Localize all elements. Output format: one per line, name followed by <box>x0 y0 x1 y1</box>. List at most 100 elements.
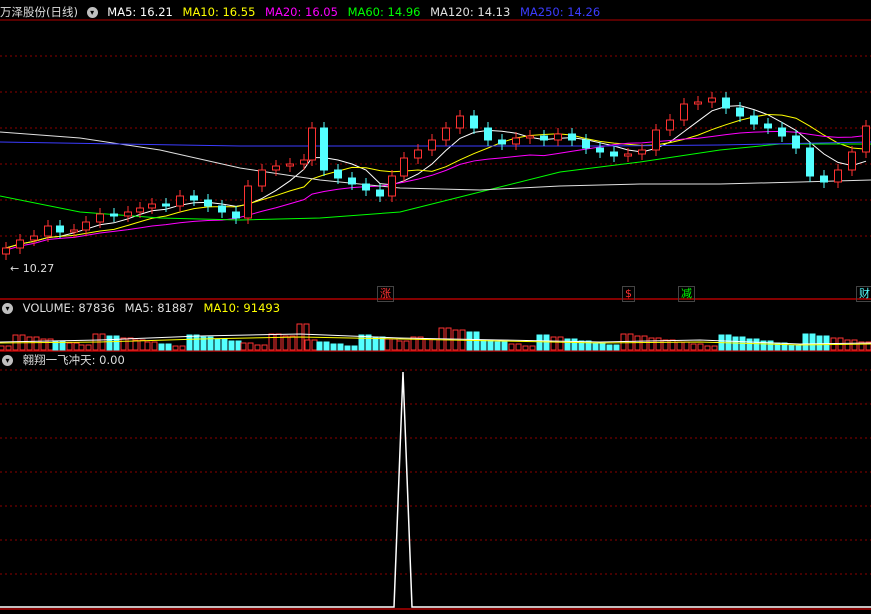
candle-body <box>442 127 450 141</box>
candle-body <box>286 163 294 167</box>
volume-bar <box>344 345 351 351</box>
candle-body <box>610 151 618 157</box>
volume-bar <box>753 338 760 351</box>
volume-bar <box>311 339 318 351</box>
volume-bar <box>186 334 193 351</box>
volume-bar <box>396 340 403 351</box>
volume-bar <box>5 345 12 351</box>
volume-bar <box>106 335 113 351</box>
volume-bar <box>613 344 620 351</box>
volume-bar <box>529 345 536 351</box>
low-price-label: ← 10.27 <box>10 262 55 275</box>
candle-body <box>136 207 144 213</box>
volume-bar <box>802 333 809 351</box>
candle-body <box>16 239 24 249</box>
candle-body <box>596 147 604 153</box>
chevron-down-icon[interactable]: ▾ <box>86 7 98 18</box>
candle-body <box>694 101 702 105</box>
volume-bar <box>697 343 704 351</box>
candle-body <box>320 127 328 171</box>
volume-bar <box>655 337 662 351</box>
volume-bar <box>165 343 172 351</box>
volume-bar <box>214 338 221 351</box>
volume-bar <box>275 333 282 351</box>
volume-bar <box>66 342 73 351</box>
event-tag-reduce[interactable]: 减 <box>678 286 695 302</box>
volume-bar <box>606 344 613 351</box>
main-header: 万泽股份(日线) ▾ MA5: 16.21 MA10: 16.55 MA20: … <box>0 3 606 21</box>
volume-bar <box>564 338 571 351</box>
candle-body <box>484 127 492 141</box>
volume-bar <box>282 335 289 351</box>
candle-body <box>708 97 716 103</box>
candle-body <box>162 203 170 207</box>
ma120-label: MA120: 14.13 <box>430 5 511 19</box>
candle-body <box>722 97 730 109</box>
volume-bar <box>261 344 268 351</box>
volume-bar <box>508 343 515 351</box>
volume-bar <box>323 341 330 351</box>
candle-body <box>414 149 422 159</box>
volume-bar <box>592 342 599 351</box>
volume-bar <box>746 338 753 351</box>
candle-body <box>736 107 744 117</box>
volume-ma5-label: MA5: 81887 <box>124 301 194 315</box>
volume-bar <box>816 335 823 351</box>
volume-bar <box>268 333 275 351</box>
volume-bar <box>316 341 323 351</box>
volume-bar <box>193 334 200 351</box>
volume-bar <box>113 335 120 351</box>
volume-bar <box>662 339 669 351</box>
event-tag-dollar[interactable]: $ <box>622 286 635 302</box>
volume-bar <box>480 339 487 351</box>
chevron-down-icon[interactable]: ▾ <box>2 303 13 314</box>
ma20-label: MA20: 16.05 <box>265 5 338 19</box>
ma5-label: MA5: 16.21 <box>107 5 173 19</box>
event-tag-rise[interactable]: 涨 <box>377 286 394 302</box>
volume-bar <box>550 336 557 351</box>
ma10-line <box>5 113 867 249</box>
candle-body <box>428 139 436 151</box>
volume-header: ▾ VOLUME: 87836 MA5: 81887 MA10: 91493 <box>0 299 286 317</box>
volume-bar <box>304 339 311 351</box>
volume-bar <box>431 338 438 351</box>
volume-bar <box>522 345 529 351</box>
volume-bar <box>158 343 165 351</box>
volume-bar <box>487 339 494 351</box>
event-tag-finance[interactable]: 财 <box>856 286 871 302</box>
candle-body <box>638 149 646 155</box>
volume-bar <box>391 338 398 351</box>
candle-body <box>680 103 688 121</box>
candle-body <box>568 133 576 141</box>
candle-body <box>806 147 814 177</box>
ma60-line <box>0 143 871 221</box>
volume-bar <box>466 331 473 351</box>
volume-bar <box>690 343 697 351</box>
candle-body <box>308 127 316 161</box>
volume-bar <box>788 344 795 351</box>
candle-body <box>848 151 856 171</box>
candle-body <box>778 127 786 137</box>
candle-body <box>470 115 478 129</box>
candle-body <box>124 211 132 217</box>
candle-body <box>190 195 198 201</box>
stock-title: 万泽股份(日线) <box>0 5 78 19</box>
volume-bar <box>704 345 711 351</box>
volume-bar <box>711 345 718 351</box>
volume-bar <box>501 341 508 351</box>
volume-bar <box>823 335 830 351</box>
candle-body <box>582 139 590 149</box>
candle-body <box>232 211 240 219</box>
candle-body <box>820 175 828 183</box>
indicator-value: : 0.00 <box>91 353 125 367</box>
candle-body <box>2 247 10 255</box>
chevron-down-icon[interactable]: ▾ <box>2 355 13 366</box>
volume-bar <box>358 334 365 351</box>
candle-body <box>348 177 356 185</box>
volume-bar <box>351 345 358 351</box>
candle-body <box>456 115 464 129</box>
volume-bar <box>235 340 242 351</box>
candle-body <box>148 203 156 209</box>
candle-body <box>258 169 266 187</box>
volume-bar <box>172 345 179 351</box>
